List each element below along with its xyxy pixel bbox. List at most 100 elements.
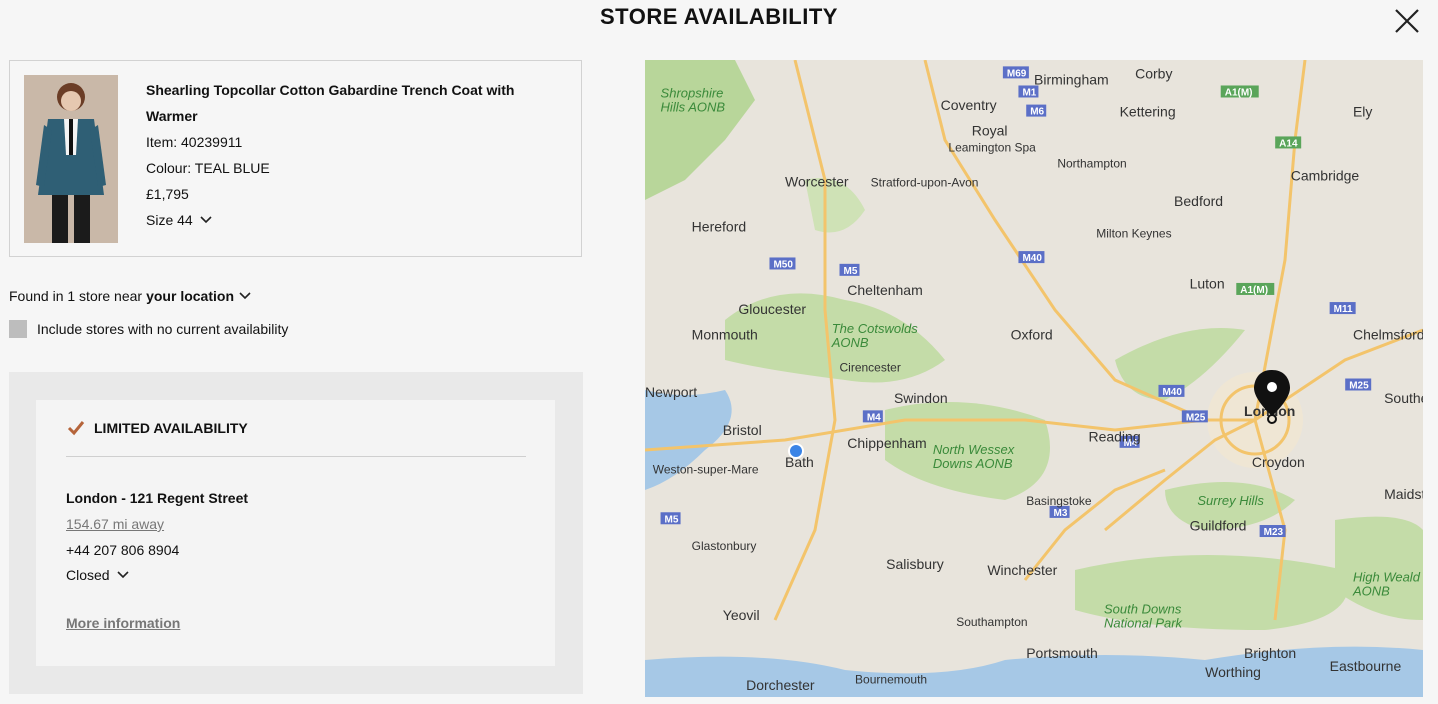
city-label: Birmingham xyxy=(1034,72,1109,88)
include-unavailable-row: Include stores with no current availabil… xyxy=(9,320,288,338)
city-label: Leamington Spa xyxy=(948,141,1036,155)
found-text: Found in 1 store near xyxy=(9,288,143,304)
road-badge: A1(M) xyxy=(1220,85,1259,98)
road-badge: M6 xyxy=(1026,104,1047,118)
svg-text:M40: M40 xyxy=(1022,253,1042,264)
more-information-link[interactable]: More information xyxy=(66,615,180,631)
city-label: Reading xyxy=(1088,428,1140,444)
road-badge: M69 xyxy=(1002,66,1029,79)
store-card: LIMITED AVAILABILITY London - 121 Regent… xyxy=(36,400,555,666)
store-hours-toggle[interactable]: Closed xyxy=(66,567,130,583)
road-badge: M25 xyxy=(1181,410,1208,423)
city-label: Salisbury xyxy=(886,556,944,572)
store-map[interactable]: M69 M1 M6 A1(M) A14 M50 M5 M40 A1(M) M11 M40 M25 M4 M… xyxy=(645,60,1423,697)
store-results-panel: LIMITED AVAILABILITY London - 121 Regent… xyxy=(9,372,583,694)
city-label: Coventry xyxy=(941,97,997,113)
city-label: Corby xyxy=(1135,65,1172,81)
chevron-down-icon xyxy=(200,216,212,224)
svg-text:A14: A14 xyxy=(1279,138,1298,149)
city-label: Basingstoke xyxy=(1026,494,1092,508)
svg-text:M5: M5 xyxy=(665,514,679,525)
city-label: Milton Keynes xyxy=(1096,227,1171,241)
size-label: Size 44 xyxy=(146,212,193,228)
store-phone: +44 207 806 8904 xyxy=(66,542,180,558)
road-badge: M23 xyxy=(1259,525,1286,538)
product-item-number: Item: 40239911 xyxy=(146,134,243,150)
product-name: Shearling Topcollar Cotton Gabardine Tre… xyxy=(146,82,515,124)
user-location-dot xyxy=(788,443,804,459)
road-badge: M11 xyxy=(1329,302,1356,315)
store-distance-link[interactable]: 154.67 mi away xyxy=(66,516,164,532)
city-label: Luton xyxy=(1190,276,1225,292)
city-label: Cirencester xyxy=(840,360,901,374)
divider xyxy=(66,456,526,457)
city-label: Cheltenham xyxy=(847,282,923,298)
road-badge: M5 xyxy=(839,263,860,277)
city-label: Northampton xyxy=(1057,157,1126,171)
checkmark-icon xyxy=(67,421,85,436)
city-label: Gloucester xyxy=(738,301,806,317)
road-badge: M4 xyxy=(862,410,883,423)
size-selector[interactable]: Size 44 xyxy=(146,207,213,233)
city-label: Croydon xyxy=(1252,454,1305,470)
city-label: Yeovil xyxy=(723,607,760,623)
svg-text:M5: M5 xyxy=(844,266,858,277)
availability-label: LIMITED AVAILABILITY xyxy=(94,420,248,436)
svg-text:A1(M): A1(M) xyxy=(1225,87,1253,98)
svg-text:A1(M): A1(M) xyxy=(1240,285,1268,296)
city-label: Oxford xyxy=(1011,327,1053,343)
svg-text:M11: M11 xyxy=(1334,304,1353,315)
svg-text:M6: M6 xyxy=(1030,107,1044,118)
city-label: Chelmsford xyxy=(1353,327,1423,343)
city-label: Kettering xyxy=(1120,104,1176,120)
park-label: Shropshire Hills AONB xyxy=(661,85,726,114)
svg-text:M25: M25 xyxy=(1349,381,1369,392)
include-unavailable-checkbox[interactable] xyxy=(9,320,27,338)
svg-text:M25: M25 xyxy=(1186,412,1206,423)
city-label: Southend xyxy=(1384,390,1423,406)
location-text: your location xyxy=(146,288,234,304)
park-label: North Wessex Downs AONB xyxy=(933,442,1015,471)
city-label: Brighton xyxy=(1244,645,1296,661)
svg-text:M50: M50 xyxy=(773,259,793,270)
city-label: Glastonbury xyxy=(692,539,757,553)
road-badge: M25 xyxy=(1345,378,1372,392)
city-label: Monmouth xyxy=(692,327,758,343)
road-badge: A14 xyxy=(1275,136,1302,149)
city-label: Eastbourne xyxy=(1330,658,1402,674)
product-colour: Colour: TEAL BLUE xyxy=(146,160,270,176)
road-badge: M40 xyxy=(1158,384,1185,398)
city-label: Newport xyxy=(645,384,697,400)
include-unavailable-label: Include stores with no current availabil… xyxy=(37,321,289,337)
close-icon[interactable] xyxy=(1392,6,1422,36)
city-label: Ely xyxy=(1353,104,1372,120)
city-label: Cambridge xyxy=(1291,167,1360,183)
road-badge: M5 xyxy=(660,512,681,525)
city-label: Stratford-upon-Avon xyxy=(871,176,979,190)
chevron-down-icon xyxy=(239,292,251,300)
modal-title: STORE AVAILABILITY xyxy=(600,4,838,29)
location-selector[interactable]: Found in 1 store near your location xyxy=(9,288,252,304)
svg-text:M23: M23 xyxy=(1264,527,1284,538)
product-card: Shearling Topcollar Cotton Gabardine Tre… xyxy=(9,60,582,257)
city-label: Hereford xyxy=(692,218,746,234)
availability-status: LIMITED AVAILABILITY xyxy=(66,420,248,436)
chevron-down-icon xyxy=(117,571,129,579)
svg-text:M40: M40 xyxy=(1162,387,1182,398)
city-label: Dorchester xyxy=(746,677,815,693)
svg-text:M4: M4 xyxy=(867,412,881,423)
city-label: Worthing xyxy=(1205,664,1261,680)
city-label: Winchester xyxy=(987,562,1057,578)
city-label: Swindon xyxy=(894,390,948,406)
city-label: Portsmouth xyxy=(1026,645,1098,661)
park-label: Surrey Hills xyxy=(1197,493,1264,508)
road-badge: M40 xyxy=(1018,251,1045,264)
city-label: Royal xyxy=(972,123,1008,139)
product-price: £1,795 xyxy=(146,186,189,202)
city-label: Maidstone xyxy=(1384,486,1423,502)
city-label: Worcester xyxy=(785,174,849,190)
road-badge: M50 xyxy=(769,257,796,270)
city-label: Bournemouth xyxy=(855,673,927,687)
svg-text:M3: M3 xyxy=(1054,508,1068,519)
store-name: London - 121 Regent Street xyxy=(66,490,249,506)
